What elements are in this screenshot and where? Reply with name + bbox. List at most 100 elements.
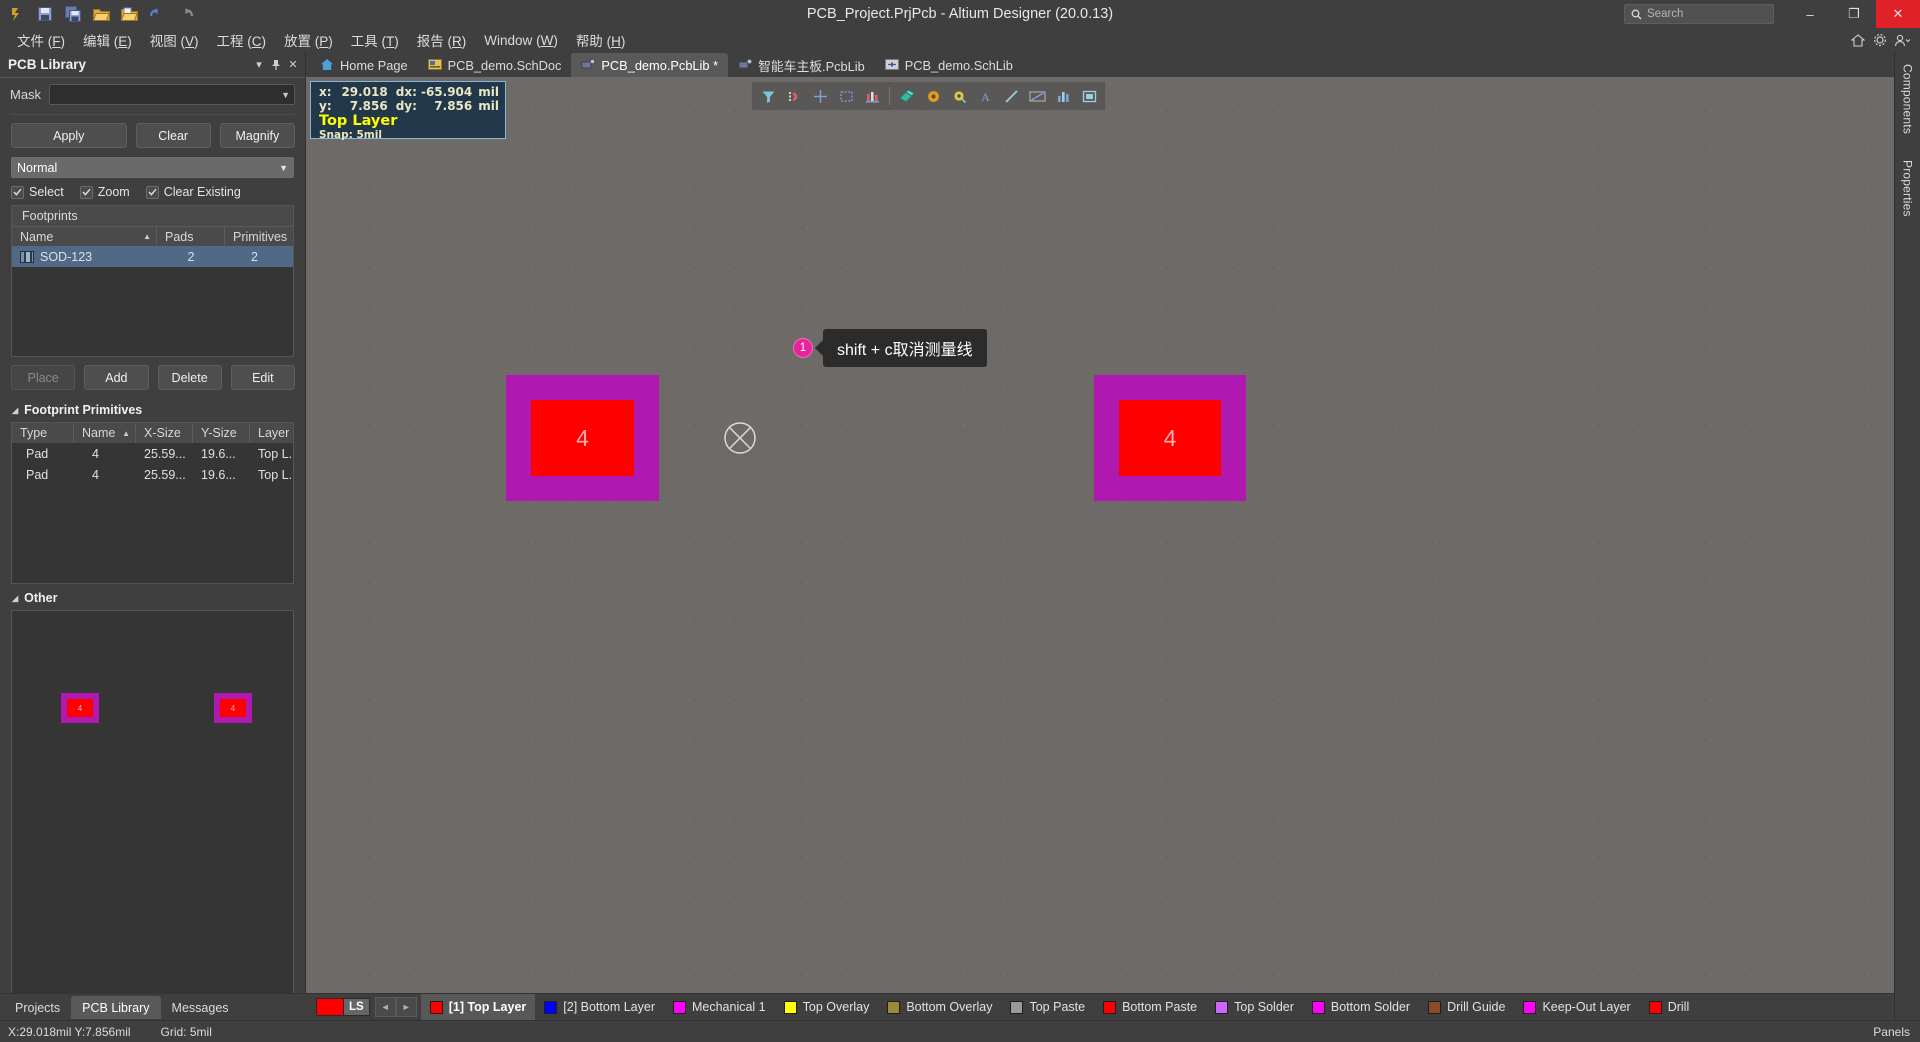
menu-item-place[interactable]: 放置 (P)	[275, 28, 342, 52]
altium-logo-icon[interactable]	[4, 2, 30, 26]
save-all-icon[interactable]	[60, 2, 86, 26]
checkbox-clear-existing[interactable]: Clear Existing	[145, 185, 241, 199]
magnify-button[interactable]: Magnify	[219, 123, 295, 148]
menu-item-view[interactable]: 视图 (V)	[141, 28, 208, 52]
gear-icon[interactable]	[1870, 30, 1890, 50]
edit-button[interactable]: Edit	[230, 365, 295, 390]
eraser-icon[interactable]	[895, 84, 919, 108]
column-header-xsize[interactable]: X-Size	[136, 423, 193, 443]
dimension-icon[interactable]	[1025, 84, 1049, 108]
layer-tab-drill-guide[interactable]: Drill Guide	[1419, 994, 1514, 1021]
layer-tab-bottom-paste[interactable]: Bottom Paste	[1094, 994, 1206, 1021]
panel-tab-pcb-library[interactable]: PCB Library	[71, 996, 161, 1019]
right-dock-tab-components[interactable]: Components	[1901, 58, 1915, 140]
measure-icon[interactable]	[860, 84, 884, 108]
apply-button[interactable]: Apply	[11, 123, 127, 148]
layer-color-swatch	[429, 1000, 443, 1014]
magnet-snap-icon[interactable]	[782, 84, 806, 108]
save-icon[interactable]	[32, 2, 58, 26]
layer-tab-mechanical-1[interactable]: Mechanical 1	[664, 994, 775, 1021]
clear-button[interactable]: Clear	[135, 123, 211, 148]
layer-tab-bottom-overlay[interactable]: Bottom Overlay	[878, 994, 1001, 1021]
open-project-icon[interactable]	[116, 2, 142, 26]
layer-tab-top-layer[interactable]: [1] Top Layer	[420, 993, 536, 1021]
menu-item-window[interactable]: Window (W)	[475, 31, 567, 50]
column-header-primitives[interactable]: Primitives	[225, 227, 293, 246]
layer-tab-bottom-layer[interactable]: [2] Bottom Layer	[535, 994, 664, 1021]
delete-button[interactable]: Delete	[157, 365, 222, 390]
menu-item-tools[interactable]: 工具 (T)	[342, 28, 408, 52]
column-header-pname[interactable]: Name ▲	[74, 423, 136, 443]
menu-item-project[interactable]: 工程 (C)	[208, 28, 276, 52]
open-folder-icon[interactable]	[88, 2, 114, 26]
column-header-ysize[interactable]: Y-Size	[193, 423, 250, 443]
pcb-pad-left[interactable]: 4	[506, 375, 659, 501]
layer-tab-keep-out-layer[interactable]: Keep-Out Layer	[1514, 994, 1639, 1021]
document-tab-pcb-demo-pcblib[interactable]: PCB_demo.PcbLib *	[571, 53, 729, 77]
menu-item-edit[interactable]: 编辑 (E)	[74, 28, 141, 52]
layer-tab-top-paste[interactable]: Top Paste	[1001, 994, 1094, 1021]
mask-input[interactable]: ▼	[49, 84, 295, 105]
table-row[interactable]: Pad 4 25.59... 19.6... Top L...	[12, 443, 293, 464]
layer-tab-top-overlay[interactable]: Top Overlay	[775, 994, 879, 1021]
search-input[interactable]: Search	[1624, 4, 1774, 24]
text-icon[interactable]: A	[973, 84, 997, 108]
pad-icon[interactable]	[947, 84, 971, 108]
checkbox-select[interactable]: Select	[11, 185, 64, 199]
pcb-pad-right[interactable]: 4	[1094, 375, 1246, 501]
document-tab-zhinengche[interactable]: 智能车主板.PcbLib	[728, 53, 875, 77]
other-section-header[interactable]: ◢ Other	[0, 584, 305, 610]
layer-next-button[interactable]: ►	[395, 997, 417, 1017]
column-header-type[interactable]: Type	[12, 423, 74, 443]
chart-icon[interactable]	[1051, 84, 1075, 108]
menu-item-help[interactable]: 帮助 (H)	[567, 28, 635, 52]
table-row[interactable]: Pad 4 25.59... 19.6... Top L...	[12, 464, 293, 485]
place-button[interactable]: Place	[11, 365, 76, 390]
coord-x-label: x:	[319, 85, 332, 99]
column-header-layer[interactable]: Layer	[250, 423, 293, 443]
document-tab-home-page[interactable]: Home Page	[310, 53, 418, 77]
minimize-button[interactable]: –	[1788, 0, 1832, 28]
menu-item-file[interactable]: 文件 (F)	[8, 28, 74, 52]
mode-select[interactable]: Normal ▼	[11, 157, 294, 178]
column-header-pads[interactable]: Pads	[157, 227, 225, 246]
panel-tab-messages[interactable]: Messages	[161, 996, 240, 1019]
layer-prev-button[interactable]: ◄	[374, 997, 396, 1017]
maximize-button[interactable]: ❐	[1832, 0, 1876, 28]
chevron-down-icon[interactable]: ▾	[251, 56, 267, 74]
pin-icon[interactable]	[268, 56, 284, 74]
pcb-canvas[interactable]: x: 29.018 dx: -65.904 mil y: 7.856 dy: 7…	[306, 77, 1894, 993]
layer-set-selector[interactable]: LS	[316, 997, 370, 1017]
document-tab-pcb-demo-schlib[interactable]: PCB_demo.SchLib	[874, 53, 1023, 77]
footprint-preview[interactable]: 4 4	[11, 610, 294, 1012]
line-icon[interactable]	[999, 84, 1023, 108]
select-area-icon[interactable]	[834, 84, 858, 108]
crosshair-icon[interactable]	[808, 84, 832, 108]
undo-icon[interactable]	[144, 2, 170, 26]
home-icon	[320, 58, 334, 72]
layer-tab-bottom-solder[interactable]: Bottom Solder	[1303, 994, 1419, 1021]
checkbox-zoom[interactable]: Zoom	[79, 185, 130, 199]
footprint-primitives-header[interactable]: ◢ Footprint Primitives	[0, 396, 305, 422]
add-button[interactable]: Add	[84, 365, 149, 390]
document-tab-bar: Home Page PCB_demo.SchDoc PCB_demo.PcbLi…	[306, 52, 1894, 77]
altium-designer-window: PCB_Project.PrjPcb - Altium Designer (20…	[0, 0, 1920, 1042]
menu-item-reports[interactable]: 报告 (R)	[408, 28, 476, 52]
right-dock-tab-properties[interactable]: Properties	[1901, 154, 1915, 223]
home-icon[interactable]	[1848, 30, 1868, 50]
user-icon[interactable]	[1892, 30, 1912, 50]
column-header-name[interactable]: Name ▲	[12, 227, 157, 246]
frame-icon[interactable]	[1077, 84, 1101, 108]
close-button[interactable]: ✕	[1876, 0, 1920, 28]
panel-tab-projects[interactable]: Projects	[4, 996, 71, 1019]
close-icon[interactable]: ✕	[285, 56, 301, 74]
panels-button[interactable]: Panels	[1873, 1025, 1920, 1039]
mask-options-row: Select Zoom Clear Existing	[0, 178, 305, 205]
layer-tab-top-solder[interactable]: Top Solder	[1206, 994, 1303, 1021]
filter-icon[interactable]	[756, 84, 780, 108]
table-row[interactable]: SOD-123 2 2	[12, 246, 293, 267]
layer-tab-drill[interactable]: Drill	[1640, 994, 1699, 1021]
document-tab-pcb-demo-schdoc[interactable]: PCB_demo.SchDoc	[417, 53, 572, 77]
hole-icon[interactable]	[921, 84, 945, 108]
checkbox-box	[11, 185, 24, 199]
